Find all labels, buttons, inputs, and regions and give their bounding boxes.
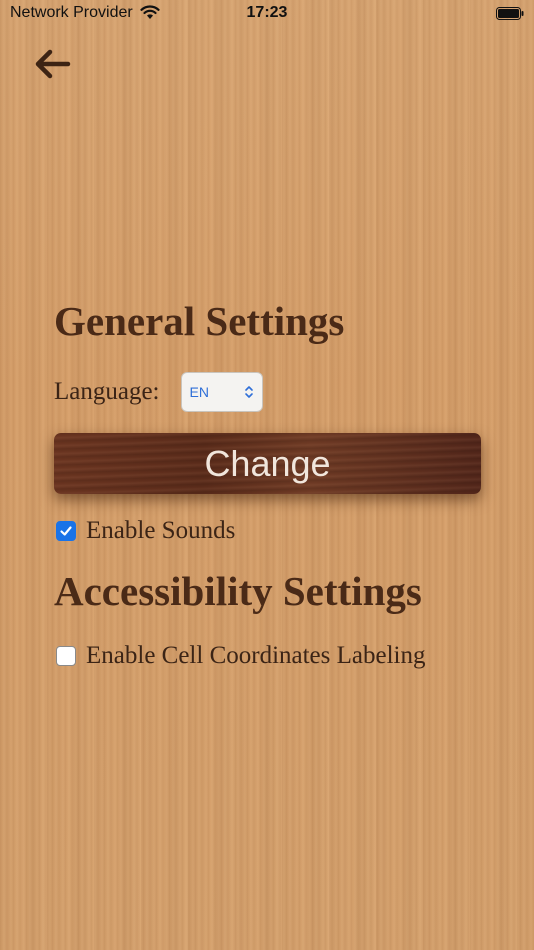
enable-sounds-label: Enable Sounds [86, 517, 236, 544]
language-value: EN [189, 384, 209, 400]
chevron-updown-icon [244, 386, 253, 398]
back-button[interactable] [30, 44, 74, 84]
checkmark-icon [60, 526, 72, 536]
language-label: Language: [54, 378, 160, 405]
language-row: Language: EN [54, 372, 481, 412]
battery-icon [496, 7, 524, 20]
change-button-label: Change [204, 442, 331, 484]
change-button[interactable]: Change [54, 433, 481, 494]
cell-coordinates-label: Enable Cell Coordinates Labeling [86, 642, 426, 669]
general-settings-title: General Settings [54, 298, 345, 344]
cell-coordinates-row[interactable]: Enable Cell Coordinates Labeling [54, 639, 481, 673]
enable-sounds-checkbox[interactable] [56, 521, 76, 541]
settings-content: General Settings Language: EN Change Ena… [54, 296, 481, 673]
accessibility-settings-title: Accessibility Settings [54, 568, 422, 614]
language-select[interactable]: EN [180, 372, 263, 412]
cell-coordinates-checkbox[interactable] [56, 646, 76, 666]
enable-sounds-row[interactable]: Enable Sounds [54, 514, 481, 548]
status-bar: Network Provider 17:23 [0, 0, 534, 30]
arrow-left-icon [35, 49, 71, 79]
clock: 17:23 [246, 4, 288, 21]
